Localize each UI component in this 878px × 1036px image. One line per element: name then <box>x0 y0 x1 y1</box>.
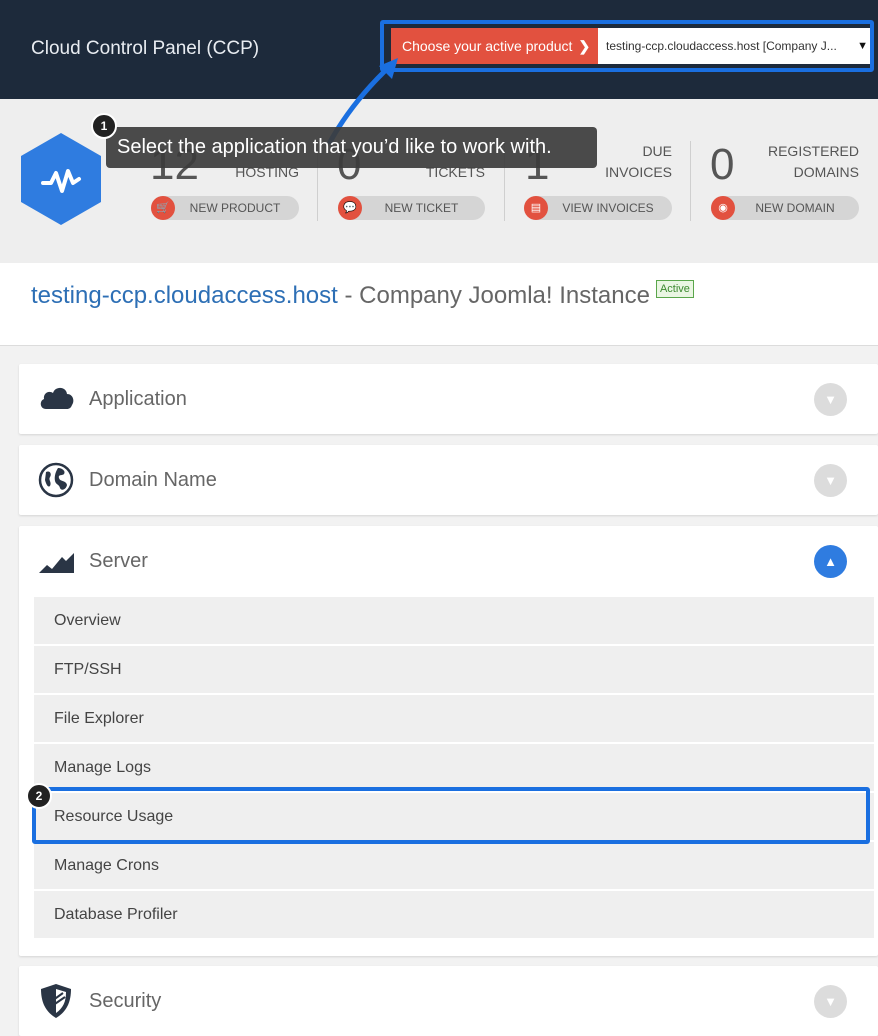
server-item-overview[interactable]: Overview <box>34 597 874 644</box>
server-item-manage-logs[interactable]: Manage Logs <box>34 744 874 791</box>
expand-toggle[interactable]: ▼ <box>814 985 847 1018</box>
server-chart-icon <box>39 553 74 573</box>
highlight-box-resource-usage <box>32 787 870 844</box>
server-item-manage-crons[interactable]: Manage Crons <box>34 842 874 889</box>
step-badge-2: 2 <box>26 783 52 809</box>
server-item-ftp-ssh[interactable]: FTP/SSH <box>34 646 874 693</box>
panel-header[interactable]: Application ▼ <box>19 364 878 434</box>
chevron-up-icon: ▲ <box>824 554 837 569</box>
collapse-toggle[interactable]: ▲ <box>814 545 847 578</box>
step-badge-1: 1 <box>91 113 117 139</box>
server-item-file-explorer[interactable]: File Explorer <box>34 695 874 742</box>
site-host-link[interactable]: testing-ccp.cloudaccess.host <box>31 282 338 309</box>
site-name: - Company Joomla! Instance <box>337 282 650 309</box>
panel-application[interactable]: Application ▼ <box>19 364 878 434</box>
panel-server[interactable]: Server ▲ Overview FTP/SSH File Explorer … <box>19 526 878 956</box>
tutorial-tooltip: Select the application that you’d like t… <box>106 127 597 168</box>
chevron-down-icon: ▼ <box>824 994 837 1009</box>
site-title-bar: testing-ccp.cloudaccess.host - Company J… <box>0 263 878 346</box>
globe-icon <box>38 462 74 498</box>
server-item-database-profiler[interactable]: Database Profiler <box>34 891 874 938</box>
expand-toggle[interactable]: ▼ <box>814 383 847 416</box>
panel-header[interactable]: Domain Name ▼ <box>19 445 878 515</box>
cloud-icon <box>40 387 74 409</box>
panel-header[interactable]: Server ▲ <box>19 526 878 596</box>
chevron-down-icon: ▼ <box>824 473 837 488</box>
status-badge: Active <box>655 280 694 298</box>
expand-toggle[interactable]: ▼ <box>814 464 847 497</box>
chevron-down-icon: ▼ <box>824 392 837 407</box>
panel-domain-name[interactable]: Domain Name ▼ <box>19 445 878 515</box>
page-title: testing-ccp.cloudaccess.host - Company J… <box>31 280 694 310</box>
panel-security[interactable]: Security ▼ <box>19 966 878 1036</box>
tutorial-arrow-icon <box>327 58 398 145</box>
shield-icon <box>41 984 71 1018</box>
panel-header[interactable]: Security ▼ <box>19 966 878 1036</box>
